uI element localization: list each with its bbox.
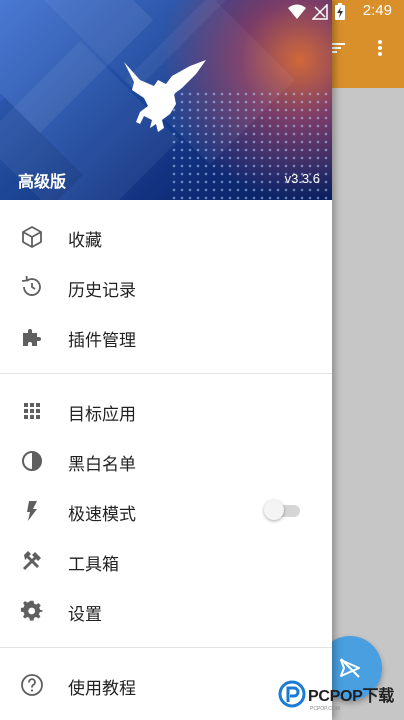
- bolt-icon: [20, 499, 44, 523]
- menu-item-blacklist-whitelist[interactable]: 黑白名单: [0, 436, 332, 486]
- watermark-text: PCPOP下载: [308, 688, 394, 705]
- navigation-drawer: 高级版 v3.3.6 收藏 历史记录 插件管理 目标应用 黑白名单 极速模式 工…: [0, 0, 332, 720]
- puzzle-icon: [20, 325, 44, 349]
- menu-label: 工具箱: [68, 555, 119, 575]
- menu-item-target-apps[interactable]: 目标应用: [0, 386, 332, 436]
- menu-label: 历史记录: [68, 281, 136, 301]
- help-icon: [20, 673, 44, 697]
- tools-icon: [20, 549, 44, 573]
- status-bar: 2:49: [0, 0, 404, 24]
- menu-label: 目标应用: [68, 405, 136, 425]
- menu-label: 极速模式: [68, 505, 136, 525]
- status-time: 2:49: [362, 2, 392, 19]
- menu-label: 插件管理: [68, 331, 136, 351]
- more-options-icon[interactable]: [368, 38, 392, 62]
- watermark-subtext: PCPOP.COM: [310, 706, 340, 712]
- status-icons: [288, 3, 346, 21]
- grid-icon: [20, 399, 44, 423]
- menu-label: 黑白名单: [68, 455, 136, 475]
- menu-label: 设置: [68, 605, 102, 625]
- gear-icon: [20, 599, 44, 623]
- menu-item-favorites[interactable]: 收藏: [0, 212, 332, 262]
- drawer-menu: 收藏 历史记录 插件管理 目标应用 黑白名单 极速模式 工具箱 设置 使用教程: [0, 212, 332, 710]
- divider: [0, 647, 332, 648]
- menu-item-turbo-mode[interactable]: 极速模式: [0, 486, 332, 536]
- menu-item-settings[interactable]: 设置: [0, 586, 332, 636]
- send-off-icon: [340, 658, 360, 678]
- edition-title: 高级版: [18, 172, 67, 191]
- drawer-header: 高级版 v3.3.6: [0, 0, 332, 200]
- menu-item-plugins[interactable]: 插件管理: [0, 312, 332, 362]
- half-circle-icon: [20, 449, 44, 473]
- menu-item-history[interactable]: 历史记录: [0, 262, 332, 312]
- menu-item-toolbox[interactable]: 工具箱: [0, 536, 332, 586]
- wifi-icon: [288, 4, 306, 19]
- menu-label: 收藏: [68, 231, 102, 251]
- version-label: v3.3.6: [284, 171, 320, 186]
- battery-charging-icon: [335, 3, 345, 20]
- menu-label: 使用教程: [68, 679, 136, 699]
- box-icon: [20, 225, 44, 249]
- watermark: PCPOP下载 PCPOP.COM: [278, 680, 394, 712]
- divider: [0, 373, 332, 374]
- signal-icon: [312, 4, 328, 20]
- turbo-mode-toggle[interactable]: [264, 500, 302, 520]
- eagle-logo: [124, 60, 206, 132]
- pcpop-logo-icon: [278, 680, 306, 708]
- history-icon: [20, 275, 44, 299]
